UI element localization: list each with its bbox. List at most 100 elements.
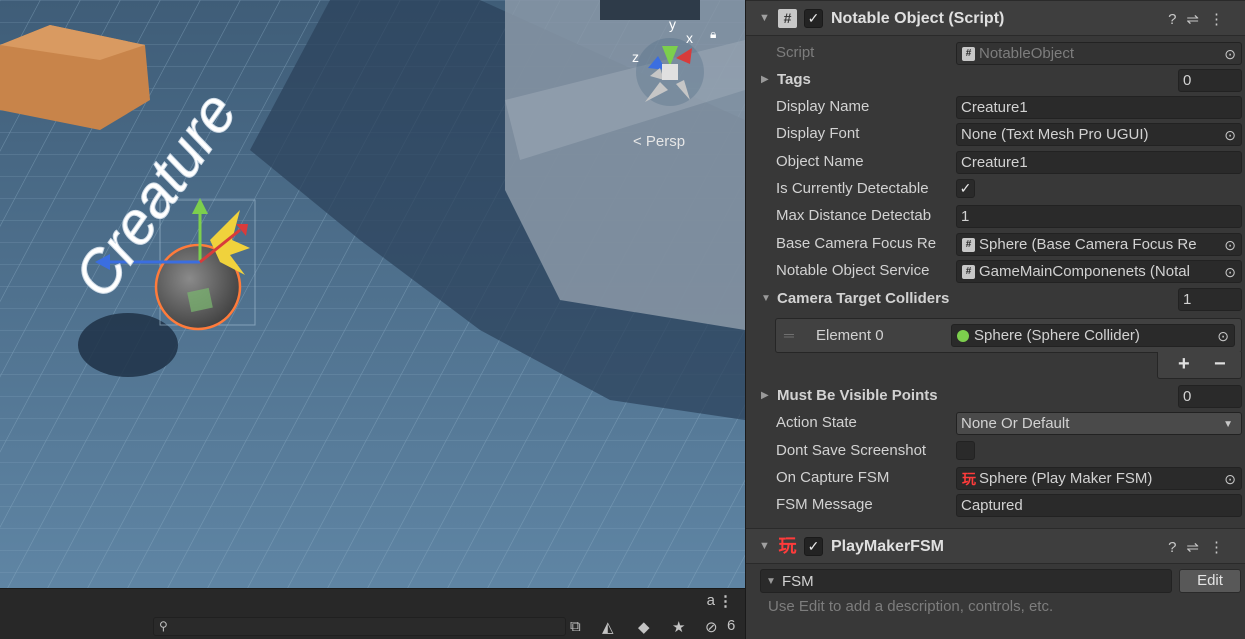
field-label: On Capture FSM xyxy=(776,469,890,486)
fsm-message-row: FSM Message Captured xyxy=(746,492,1245,519)
on-capture-field[interactable]: 玩 Sphere (Play Maker FSM) ⊙ xyxy=(956,467,1242,490)
field-label: Camera Target Colliders xyxy=(777,290,950,307)
expand-arrow-icon[interactable]: ▶ xyxy=(761,74,769,85)
field-label: Display Name xyxy=(776,98,870,115)
field-label: Max Distance Detectab xyxy=(776,207,932,224)
object-picker-icon[interactable]: ⊙ xyxy=(1217,328,1229,345)
more-options-icon[interactable]: ⋮ xyxy=(718,592,733,610)
hidden-objects-count: 6 xyxy=(727,617,736,634)
gizmo-y-label: y xyxy=(669,16,676,32)
drag-handle-icon[interactable]: ═ xyxy=(784,327,794,343)
field-label: Script xyxy=(776,44,815,61)
script-row: Script # NotableObject ⊙ xyxy=(746,40,1245,67)
script-icon: # xyxy=(962,265,975,279)
component-title: PlayMakerFSM xyxy=(831,538,944,555)
list-add-remove: + − xyxy=(1157,352,1242,379)
gizmo-z-label: z xyxy=(632,49,639,65)
gizmo-tools-icon[interactable]: ◭ xyxy=(602,618,614,636)
search-input[interactable] xyxy=(174,618,559,635)
camera-colliders-count-field[interactable]: 1 xyxy=(1178,288,1242,311)
gizmo-lock-icon[interactable]: 🔒︎ xyxy=(710,27,716,41)
field-label: Is Currently Detectable xyxy=(776,180,929,197)
base-camera-row: Base Camera Focus Re # Sphere (Base Came… xyxy=(746,231,1245,258)
scene-canvas[interactable]: Creature y x z 🔒︎ xyxy=(0,0,745,588)
header-icons[interactable]: ?⇌⋮ xyxy=(1168,10,1234,28)
base-camera-field[interactable]: # Sphere (Base Camera Focus Re ⊙ xyxy=(956,233,1242,256)
playmaker-fsm-header[interactable]: ▼ 玩 ✓ PlayMakerFSM ?⇌⋮ xyxy=(746,528,1245,564)
perspective-toggle[interactable]: < Persp xyxy=(633,133,685,150)
favorite-star-icon[interactable]: ★ xyxy=(672,618,685,636)
field-label: Object Name xyxy=(776,153,864,170)
search-field[interactable]: ⚲ xyxy=(153,617,566,636)
fsm-message-field[interactable]: Captured xyxy=(956,494,1242,517)
inspector-panel: ▼ # ✓ Notable Object (Script) ?⇌⋮ Script… xyxy=(745,0,1245,639)
field-label: Base Camera Focus Re xyxy=(776,235,937,252)
notable-service-field[interactable]: # GameMainComponenets (Notal ⊙ xyxy=(956,260,1242,283)
tag-icon[interactable]: ◆ xyxy=(638,618,650,636)
notable-object-header[interactable]: ▼ # ✓ Notable Object (Script) ?⇌⋮ xyxy=(746,0,1245,36)
is-detectable-row: Is Currently Detectable ✓ xyxy=(746,176,1245,203)
scene-view[interactable]: Creature y x z 🔒︎ < Persp xyxy=(0,0,745,588)
dropdown-arrow-icon: ▼ xyxy=(1223,419,1233,430)
element0-field[interactable]: Sphere (Sphere Collider) ⊙ xyxy=(951,324,1235,347)
field-label: Action State xyxy=(776,414,857,431)
field-label: FSM Message xyxy=(776,496,873,513)
hidden-objects-icon[interactable]: ⊘ xyxy=(705,618,718,636)
display-name-field[interactable]: Creature1 xyxy=(956,96,1242,119)
search-icon: ⚲ xyxy=(159,619,168,633)
action-state-dropdown[interactable]: None Or Default ▼ xyxy=(956,412,1242,435)
dont-save-row: Dont Save Screenshot xyxy=(746,438,1245,465)
fold-arrow-icon[interactable]: ▼ xyxy=(759,540,770,552)
camera-colliders-row[interactable]: ▼ Camera Target Colliders 1 xyxy=(746,286,1245,313)
enabled-checkbox[interactable]: ✓ xyxy=(804,537,823,556)
max-distance-field[interactable]: 1 xyxy=(956,205,1242,228)
lock-icon[interactable]: a xyxy=(707,592,715,609)
fold-arrow-icon[interactable]: ▼ xyxy=(759,12,770,24)
object-picker-icon[interactable]: ⊙ xyxy=(1224,264,1236,281)
object-picker-icon[interactable]: ⊙ xyxy=(1224,237,1236,254)
visible-points-row[interactable]: ▶ Must Be Visible Points 0 xyxy=(746,383,1245,410)
console-strip: a ⋮ xyxy=(0,588,745,614)
remove-element-button[interactable]: − xyxy=(1214,353,1226,376)
script-icon: # xyxy=(962,238,975,252)
element-label: Element 0 xyxy=(816,327,884,344)
tags-count-field[interactable]: 0 xyxy=(1178,69,1242,92)
sphere-collider-icon xyxy=(957,330,969,342)
dont-save-checkbox[interactable] xyxy=(956,441,975,460)
object-name-field[interactable]: Creature1 xyxy=(956,151,1242,174)
unity-editor: Creature y x z 🔒︎ < Persp a ⋮ ⚲ ⧉ ◭ ◆ ★ … xyxy=(0,0,1245,639)
camera-colliders-list: ═ Element 0 Sphere (Sphere Collider) ⊙ xyxy=(775,318,1242,353)
field-label: Must Be Visible Points xyxy=(777,387,938,404)
field-label: Notable Object Service xyxy=(776,262,930,279)
script-icon: # xyxy=(778,9,797,28)
add-element-button[interactable]: + xyxy=(1178,353,1190,376)
object-picker-icon[interactable]: ⊙ xyxy=(1224,471,1236,488)
object-picker-icon[interactable]: ⊙ xyxy=(1224,127,1236,144)
action-state-row: Action State None Or Default ▼ xyxy=(746,410,1245,437)
scene-toolbar: ⚲ ⧉ ◭ ◆ ★ ⊘ 6 xyxy=(0,614,745,639)
display-font-field[interactable]: None (Text Mesh Pro UGUI) ⊙ xyxy=(956,123,1242,146)
visible-points-count-field[interactable]: 0 xyxy=(1178,385,1242,408)
component-title: Notable Object (Script) xyxy=(831,10,1005,27)
script-field[interactable]: # NotableObject ⊙ xyxy=(956,42,1242,65)
is-detectable-checkbox[interactable]: ✓ xyxy=(956,179,975,198)
field-label: Dont Save Screenshot xyxy=(776,442,927,459)
view-options-icon[interactable]: ⧉ xyxy=(570,618,581,635)
collapse-arrow-icon[interactable]: ▼ xyxy=(761,293,771,304)
display-font-row: Display Font None (Text Mesh Pro UGUI) ⊙ xyxy=(746,121,1245,148)
script-icon: # xyxy=(962,47,975,61)
object-picker-icon[interactable]: ⊙ xyxy=(1224,46,1236,63)
on-capture-row: On Capture FSM 玩 Sphere (Play Maker FSM)… xyxy=(746,465,1245,492)
edit-button[interactable]: Edit xyxy=(1179,569,1241,593)
enabled-checkbox[interactable]: ✓ xyxy=(804,9,823,28)
fsm-name-field[interactable]: ▼ FSM xyxy=(760,569,1172,593)
display-name-row: Display Name Creature1 xyxy=(746,94,1245,121)
notable-service-row: Notable Object Service # GameMainCompone… xyxy=(746,258,1245,285)
field-label: Tags xyxy=(777,71,811,88)
tags-row[interactable]: ▶ Tags 0 xyxy=(746,67,1245,94)
expand-arrow-icon[interactable]: ▶ xyxy=(761,390,769,401)
collapse-arrow-icon[interactable]: ▼ xyxy=(766,576,776,587)
max-distance-row: Max Distance Detectab 1 xyxy=(746,203,1245,230)
description-hint: Use Edit to add a description, controls,… xyxy=(768,598,1054,615)
header-icons[interactable]: ?⇌⋮ xyxy=(1168,538,1234,556)
